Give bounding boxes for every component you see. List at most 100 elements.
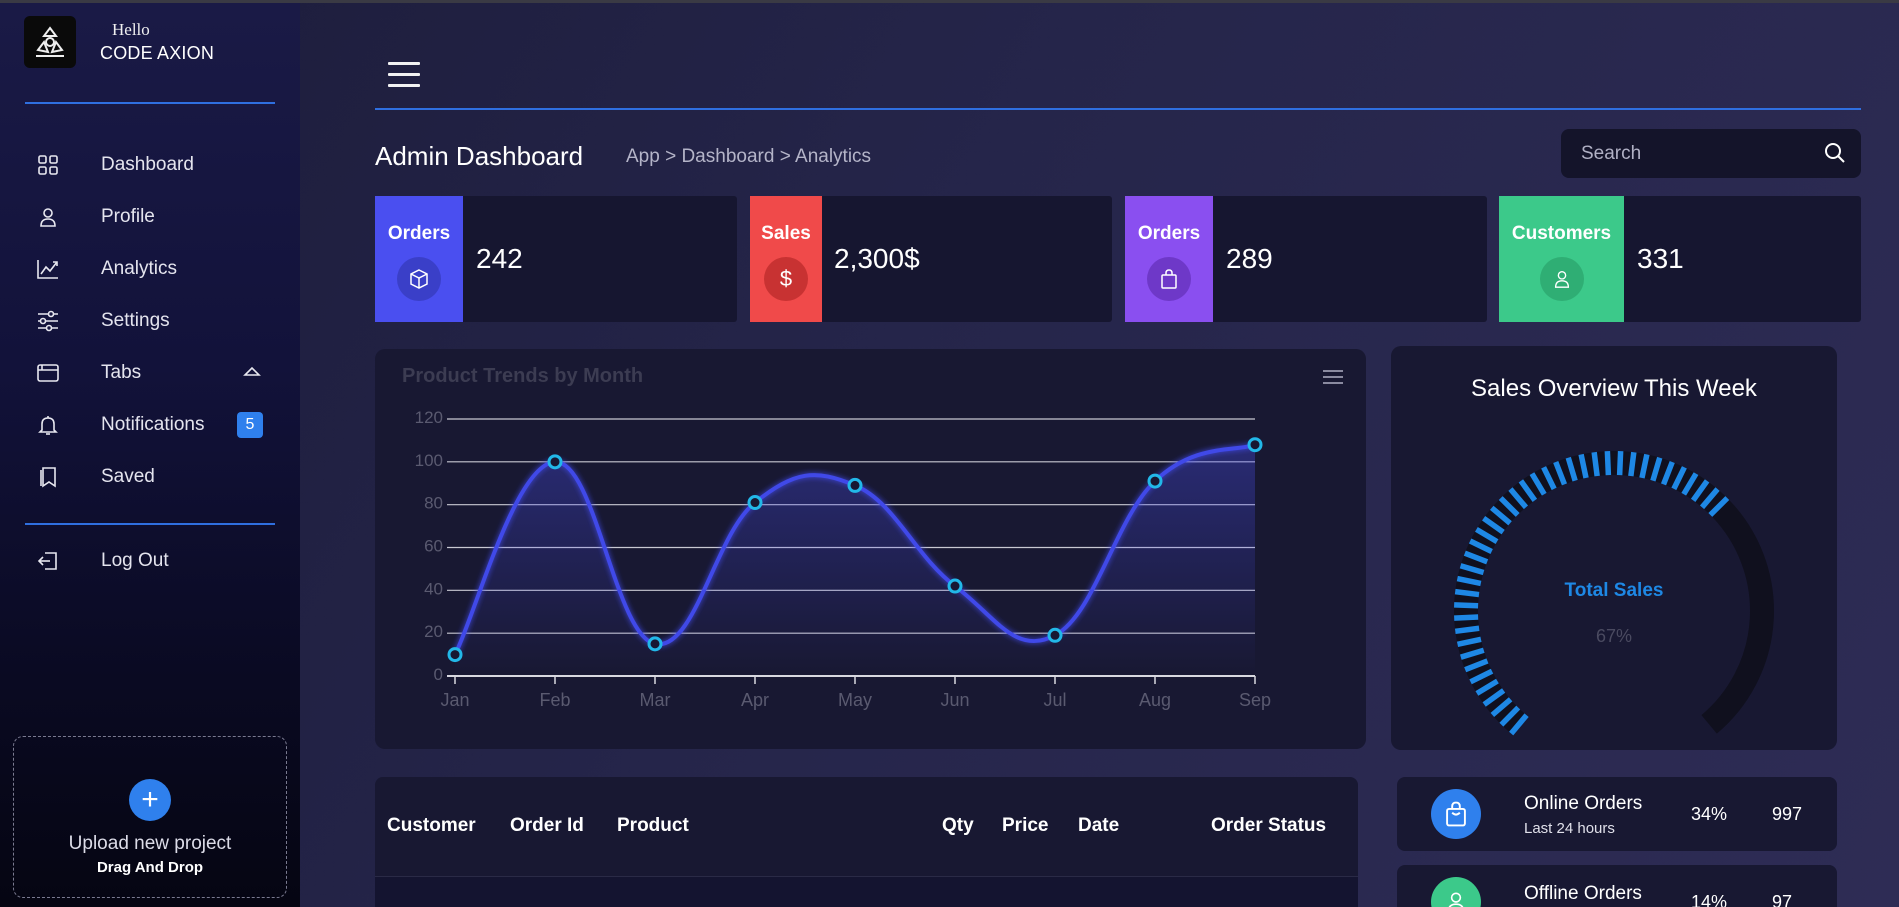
card-value: 331 [1637, 243, 1684, 274]
line-chart-svg: 0 20 40 60 80 100 120 Jan Feb Mar Apr May Jun Jul Aug… [415, 408, 1271, 710]
menu-toggle-icon[interactable] [388, 62, 420, 88]
gauge-segment [1454, 588, 1480, 598]
sidebar-item-label: Log Out [101, 550, 169, 571]
gauge-segment [1454, 602, 1479, 609]
card-label: Customers [1511, 223, 1612, 244]
chart-point-jun[interactable] [947, 578, 963, 594]
x-tick-label: May [838, 690, 872, 710]
x-tick-label: Aug [1139, 690, 1171, 710]
x-tick-label: Feb [539, 690, 570, 710]
sidebar-item-label: Settings [101, 310, 170, 331]
sidebar-item-label: Analytics [101, 258, 178, 279]
sidebar-item-dashboard[interactable]: Dashboard [0, 139, 300, 191]
gauge-value: 67% [1596, 626, 1632, 646]
y-tick-label: 60 [424, 537, 443, 556]
product-trends-chart: Product Trends by Month 0 20 40 60 80 100 120 … [375, 349, 1366, 749]
dollar-icon: $ [764, 257, 808, 301]
chart-point-aug[interactable] [1147, 473, 1163, 489]
sidebar-item-label: Notifications [101, 414, 205, 435]
upload-dropzone[interactable]: + Upload new project Drag And Drop [13, 736, 287, 898]
sidebar-item-notifications[interactable]: Notifications 5 [0, 399, 300, 451]
sales-card[interactable]: Sales $ 2,300$ [750, 196, 1112, 322]
sidebar-item-logout[interactable]: Log Out [0, 535, 300, 587]
sidebar-item-label: Profile [101, 206, 155, 227]
online-orders-stat[interactable]: Online Orders Last 24 hours 34% 997 [1397, 777, 1837, 851]
offline-orders-stat[interactable]: Offline Orders 14% 97 [1397, 865, 1837, 907]
upload-title: Upload new project [68, 833, 232, 854]
sidebar-item-label: Tabs [101, 362, 142, 383]
user-icon [36, 205, 60, 229]
sidebar-item-saved[interactable]: Saved [0, 451, 300, 503]
customers-card[interactable]: Customers 331 [1499, 196, 1861, 322]
x-tick-label: Jul [1043, 690, 1066, 710]
stat-count: 97 [1772, 892, 1793, 907]
brand-greeting: Hello [112, 20, 150, 39]
sidebar-item-profile[interactable]: Profile [0, 191, 300, 243]
chart-point-may[interactable] [847, 477, 863, 493]
sidebar-divider [25, 523, 275, 525]
y-tick-label: 20 [424, 622, 443, 641]
search-icon[interactable] [1823, 141, 1847, 170]
stat-percent: 34% [1691, 804, 1728, 824]
column-header-date[interactable]: Date [1078, 815, 1119, 837]
column-header-order-id[interactable]: Order Id [510, 815, 584, 837]
column-header-qty[interactable]: Qty [942, 815, 974, 837]
gauge-segment [1454, 614, 1479, 621]
user-icon [1431, 877, 1481, 907]
column-header-price[interactable]: Price [1002, 815, 1048, 837]
sidebar-divider [25, 102, 275, 104]
bag-icon [1431, 789, 1481, 839]
chart-point-feb[interactable] [547, 454, 563, 470]
stat-name: Offline Orders [1524, 883, 1642, 904]
y-tick-label: 0 [434, 665, 443, 684]
brand[interactable]: Hello CODE AXION [24, 16, 214, 68]
bag-icon [1147, 257, 1191, 301]
stat-percent: 14% [1691, 892, 1728, 907]
card-label: Orders [1137, 223, 1201, 244]
upload-subtitle: Drag And Drop [96, 859, 204, 876]
gauge-segment [1628, 451, 1637, 477]
plus-icon[interactable]: + [129, 779, 171, 821]
sliders-icon [36, 309, 60, 333]
orders-card-secondary[interactable]: Orders 289 [1125, 196, 1487, 322]
gauge-segment [1604, 451, 1612, 476]
x-tick-label: Jan [440, 690, 469, 710]
card-value: 2,300$ [834, 243, 920, 274]
sidebar-item-label: Dashboard [101, 154, 194, 175]
sidebar: Hello CODE AXION Dashboard Profile Analy… [0, 3, 300, 907]
card-tab: Customers [1499, 196, 1624, 322]
sidebar-item-tabs[interactable]: Tabs [0, 347, 300, 399]
sales-overview-panel: Sales Overview This Week Total Sales 67% [1391, 346, 1837, 750]
column-header-order-status[interactable]: Order Status [1211, 815, 1326, 837]
search-input[interactable] [1581, 142, 1801, 165]
gauge-label: Total Sales [1565, 580, 1664, 601]
sidebar-nav: Dashboard Profile Analytics Settings Tab… [0, 139, 300, 503]
orders-card[interactable]: Orders 242 [375, 196, 737, 322]
y-tick-label: 100 [415, 451, 443, 470]
chart-point-mar[interactable] [647, 636, 663, 652]
bookmark-icon [36, 465, 60, 489]
sidebar-item-label: Saved [101, 466, 155, 487]
x-tick-label: Sep [1239, 690, 1271, 710]
stat-subtitle: Last 24 hours [1524, 820, 1615, 837]
chart-point-jan[interactable] [447, 647, 463, 663]
card-value: 242 [476, 243, 523, 274]
chart-point-jul[interactable] [1047, 627, 1063, 643]
x-tick-label: Mar [640, 690, 671, 710]
sidebar-item-settings[interactable]: Settings [0, 295, 300, 347]
user-icon [1539, 257, 1584, 301]
card-label: Orders [387, 223, 451, 244]
card-tab: Orders [375, 196, 463, 322]
chart-point-apr[interactable] [747, 495, 763, 511]
card-value: 289 [1226, 243, 1273, 274]
x-tick-label: Jun [940, 690, 969, 710]
y-tick-label: 40 [424, 579, 443, 598]
column-header-product[interactable]: Product [617, 815, 689, 837]
chart-point-sep[interactable] [1247, 437, 1263, 453]
column-header-customer[interactable]: Customer [387, 815, 476, 837]
sidebar-item-analytics[interactable]: Analytics [0, 243, 300, 295]
logout-icon [36, 549, 60, 573]
orders-table-body [375, 877, 1358, 907]
chevron-up-icon[interactable] [243, 364, 261, 382]
gauge-segment [1454, 625, 1480, 635]
